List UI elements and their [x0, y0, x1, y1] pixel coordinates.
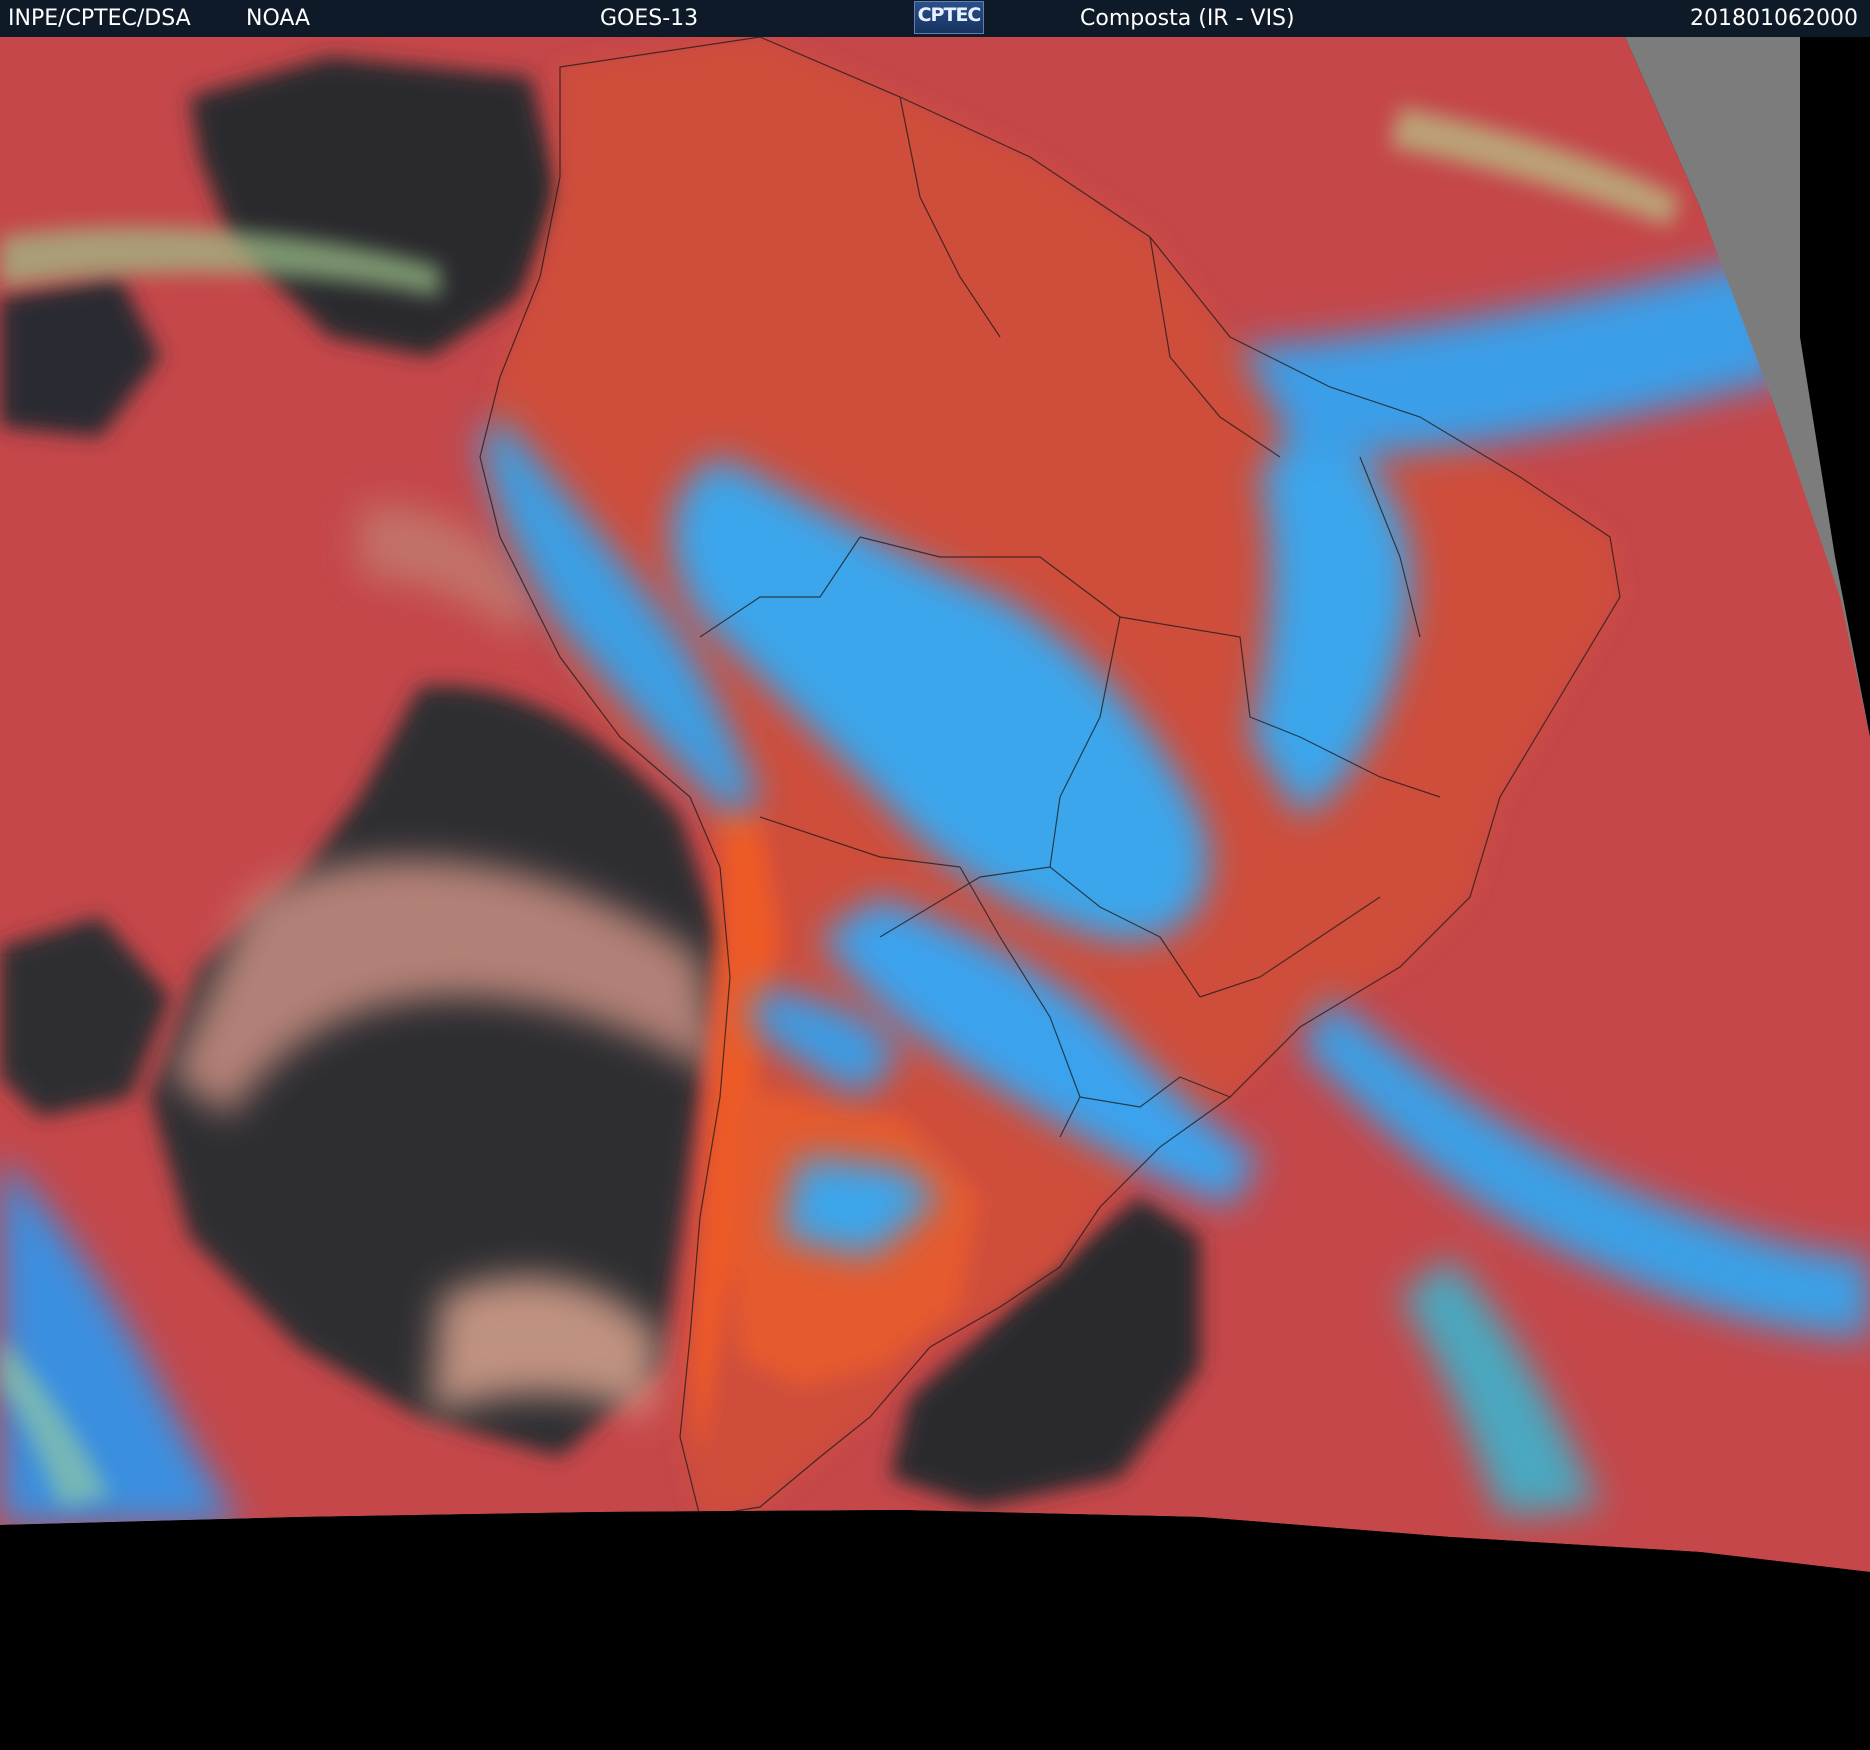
partner-label: NOAA	[246, 6, 311, 31]
timestamp-label: 201801062000	[1690, 6, 1858, 31]
product-label: Composta (IR - VIS)	[1080, 6, 1295, 31]
logo-text: CPTEC	[917, 4, 982, 26]
no-data-region	[0, 1510, 1870, 1750]
agency-label: INPE/CPTEC/DSA	[8, 6, 191, 31]
header-bar: INPE/CPTEC/DSA NOAA GOES-13 CPTEC Compos…	[0, 0, 1870, 37]
satellite-label: GOES-13	[600, 6, 699, 31]
cptec-logo: CPTEC	[914, 1, 984, 34]
satellite-imagery	[0, 37, 1870, 1750]
